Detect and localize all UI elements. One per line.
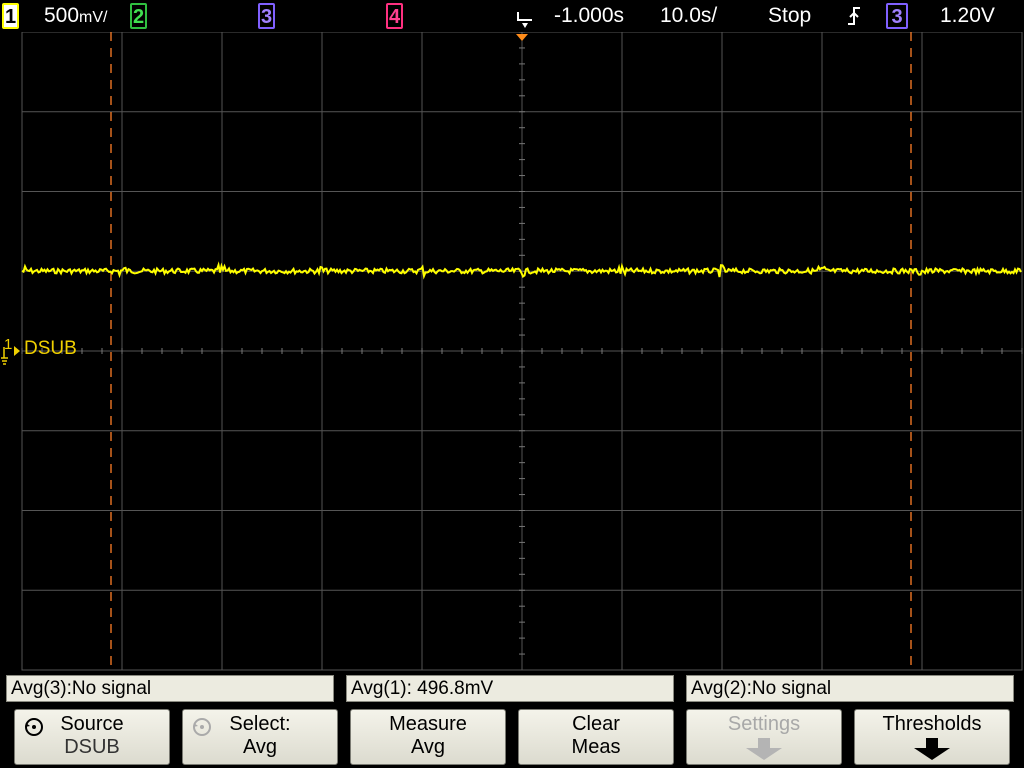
trigger-position-icon (517, 12, 532, 28)
channel-1-label: 1 DSUB (4, 336, 77, 360)
settings-softkey-label: Settings (727, 713, 801, 735)
measurement-avg-1: Avg(1): 496.8mV (346, 675, 674, 702)
channel-1-marker-arrow[interactable] (14, 346, 20, 356)
waveform-display[interactable]: 1 DSUB (0, 32, 1024, 672)
select-softkey-value: Avg (242, 736, 278, 758)
channel-2-indicator[interactable]: 2 (130, 3, 147, 29)
clear-meas-softkey[interactable]: Clear Meas (518, 709, 674, 765)
channel-1-scale-unit: mV/ (79, 9, 108, 26)
clear-softkey-label: Clear (572, 713, 620, 735)
channel-4-indicator[interactable]: 4 (386, 3, 403, 29)
channel-1-scale: 500mV/ (44, 0, 108, 32)
source-softkey-value: DSUB (64, 736, 120, 758)
status-bar: 1 500mV/ 2 3 4 -1.000s 10.0s/ Stop 3 1.2… (0, 0, 1024, 32)
down-arrow-icon (914, 738, 950, 760)
channel-1-marker-number: 1 (4, 336, 13, 353)
clear-softkey-value: Meas (571, 736, 621, 758)
measure-softkey-value: Avg (410, 736, 446, 758)
measure-avg-softkey[interactable]: Measure Avg (350, 709, 506, 765)
channel-1-label-text: DSUB (24, 338, 77, 359)
time-scale: 10.0s/ (660, 4, 718, 27)
rotary-knob-icon (25, 718, 43, 736)
channel-1-scale-value: 500 (44, 4, 80, 27)
thresholds-softkey[interactable]: Thresholds (854, 709, 1010, 765)
trigger-position-marker (516, 34, 528, 41)
run-state: Stop (768, 4, 812, 27)
thresholds-softkey-label: Thresholds (882, 713, 982, 735)
channel-3-indicator[interactable]: 3 (258, 3, 275, 29)
graticule (1, 32, 1023, 671)
rotary-knob-icon (193, 718, 211, 736)
select-softkey[interactable]: Select: Avg (182, 709, 338, 765)
down-arrow-icon (746, 738, 782, 760)
trigger-level: 1.20V (940, 4, 995, 27)
source-softkey[interactable]: Source DSUB (14, 709, 170, 765)
measurement-avg-2: Avg(2):No signal (686, 675, 1014, 702)
softkey-bar: Source DSUB Select: Avg Measure Avg Clea… (0, 706, 1024, 768)
settings-softkey[interactable]: Settings (686, 709, 842, 765)
measurement-bar: Avg(3):No signal Avg(1): 496.8mV Avg(2):… (0, 672, 1024, 706)
measure-softkey-label: Measure (389, 713, 467, 735)
measurement-avg-3: Avg(3):No signal (6, 675, 334, 702)
channel-1-indicator[interactable]: 1 (2, 3, 19, 29)
rising-edge-icon (848, 7, 860, 25)
time-delay: -1.000s (554, 4, 625, 27)
trigger-source-indicator[interactable]: 3 (886, 3, 908, 29)
